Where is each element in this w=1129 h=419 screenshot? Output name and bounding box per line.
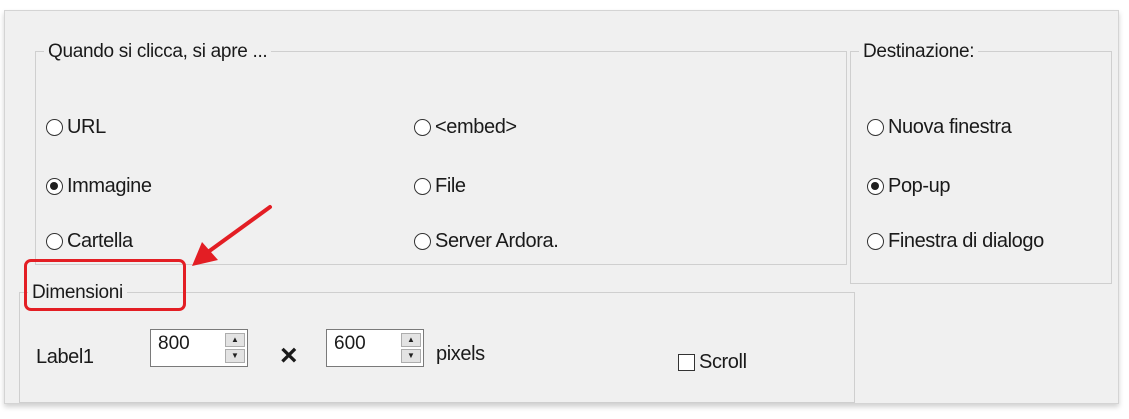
height-spinner[interactable]: 600 ▲ ▼ — [326, 329, 424, 367]
radio-cartella-label: Cartella — [67, 230, 133, 252]
radio-pop-up-label: Pop-up — [888, 175, 951, 197]
radio-url-icon — [46, 119, 63, 136]
radio-immagine-label: Immagine — [67, 175, 152, 197]
width-value[interactable]: 800 — [158, 333, 190, 355]
radio-cartella[interactable]: Cartella — [46, 230, 133, 253]
destination-group-title: Destinazione: — [859, 39, 979, 65]
radio-server-ardora-icon — [414, 233, 431, 250]
radio-cartella-icon — [46, 233, 63, 250]
height-decrement-button[interactable]: ▼ — [401, 349, 421, 363]
radio-pop-up-icon — [867, 178, 884, 195]
height-value[interactable]: 600 — [334, 333, 366, 355]
radio-finestra-dialogo[interactable]: Finestra di dialogo — [867, 230, 1044, 253]
width-increment-button[interactable]: ▲ — [225, 333, 245, 347]
width-spinner-buttons: ▲ ▼ — [225, 333, 245, 363]
radio-immagine[interactable]: Immagine — [46, 175, 152, 198]
arrow-icon — [192, 205, 272, 266]
destination-group: Destinazione: Nuova finestra Pop-up Fine… — [850, 39, 1112, 284]
radio-file-icon — [414, 178, 431, 195]
radio-finestra-dialogo-label: Finestra di dialogo — [888, 230, 1044, 252]
radio-url-label: URL — [67, 116, 106, 138]
radio-nuova-finestra[interactable]: Nuova finestra — [867, 116, 1012, 139]
open-target-group-title: Quando si clicca, si apre ... — [44, 39, 272, 65]
radio-embed[interactable]: <embed> — [414, 116, 517, 139]
height-spinner-buttons: ▲ ▼ — [401, 333, 421, 363]
width-decrement-button[interactable]: ▼ — [225, 349, 245, 363]
scroll-checkbox-box — [678, 354, 695, 371]
highlight-box — [24, 259, 186, 311]
scroll-checkbox[interactable]: Scroll — [678, 351, 747, 373]
width-spinner[interactable]: 800 ▲ ▼ — [150, 329, 248, 367]
dialog-panel: Quando si clicca, si apre ... URL <embed… — [4, 10, 1119, 404]
radio-file[interactable]: File — [414, 175, 466, 198]
scroll-checkbox-label: Scroll — [699, 351, 747, 373]
radio-url[interactable]: URL — [46, 116, 106, 139]
radio-pop-up[interactable]: Pop-up — [867, 175, 950, 198]
unit-label: pixels — [436, 343, 485, 365]
height-increment-button[interactable]: ▲ — [401, 333, 421, 347]
open-target-group: Quando si clicca, si apre ... URL <embed… — [35, 39, 847, 265]
radio-embed-label: <embed> — [435, 116, 517, 138]
radio-file-label: File — [435, 175, 466, 197]
radio-server-ardora[interactable]: Server Ardora. — [414, 230, 559, 253]
radio-embed-icon — [414, 119, 431, 136]
dimensions-row-label: Label1 — [36, 346, 94, 368]
radio-server-ardora-label: Server Ardora. — [435, 230, 559, 252]
radio-finestra-dialogo-icon — [867, 233, 884, 250]
radio-immagine-icon — [46, 178, 63, 195]
radio-nuova-finestra-icon — [867, 119, 884, 136]
size-separator: × — [280, 339, 298, 372]
radio-nuova-finestra-label: Nuova finestra — [888, 116, 1012, 138]
